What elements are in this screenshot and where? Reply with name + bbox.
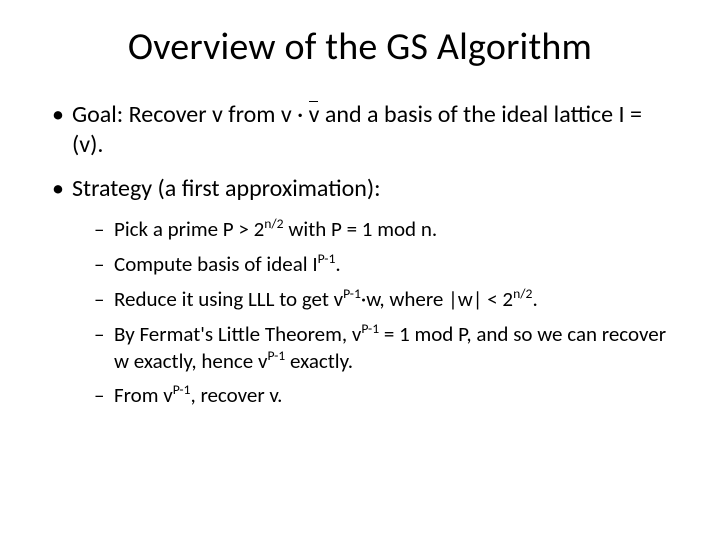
- exponent: P-1: [318, 250, 336, 267]
- exponent: n/2: [513, 285, 532, 302]
- exponent: P-1: [173, 381, 191, 398]
- bullet-goal: Goal: Recover v from v · v and a basis o…: [46, 100, 674, 160]
- sub-bullet-basis: Compute basis of ideal IP-1.: [90, 251, 674, 278]
- text: Reduce it using LLL to get v: [114, 286, 343, 312]
- text: By Fermat's Little Theorem, v: [114, 321, 361, 347]
- v-bar-symbol: v: [309, 100, 320, 130]
- text: .: [335, 251, 340, 277]
- sub-bullet-prime: Pick a prime P > 2n/2 with P = 1 mod n.: [90, 216, 674, 243]
- exponent: P-1: [361, 320, 379, 337]
- text: Pick a prime P > 2: [114, 216, 264, 242]
- slide-title: Overview of the GS Algorithm: [46, 24, 674, 70]
- exponent: P-1: [267, 347, 285, 364]
- goal-text-pre: Goal: Recover v from v ·: [72, 100, 309, 129]
- exponent: n/2: [264, 215, 283, 232]
- bullet-list: Goal: Recover v from v · v and a basis o…: [46, 100, 674, 409]
- text: From v: [114, 382, 173, 408]
- text: .: [532, 286, 537, 312]
- sub-bullet-lll: Reduce it using LLL to get vP-1·w, where…: [90, 286, 674, 313]
- slide: Overview of the GS Algorithm Goal: Recov…: [0, 0, 720, 540]
- slide-content: Goal: Recover v from v · v and a basis o…: [46, 100, 674, 409]
- text: Compute basis of ideal I: [114, 251, 318, 277]
- sub-bullet-list: Pick a prime P > 2n/2 with P = 1 mod n. …: [72, 216, 674, 409]
- text: , recover v.: [190, 382, 282, 408]
- sub-bullet-recover: From vP-1, recover v.: [90, 382, 674, 409]
- exponent: P-1: [343, 285, 361, 302]
- text: with P = 1 mod n.: [284, 216, 438, 242]
- sub-bullet-fermat: By Fermat's Little Theorem, vP-1 = 1 mod…: [90, 321, 674, 375]
- strategy-label: Strategy (a first approximation):: [72, 174, 381, 203]
- text: exactly.: [285, 348, 353, 374]
- text: ·w, where |w| < 2: [361, 286, 513, 312]
- bullet-strategy: Strategy (a first approximation): Pick a…: [46, 174, 674, 409]
